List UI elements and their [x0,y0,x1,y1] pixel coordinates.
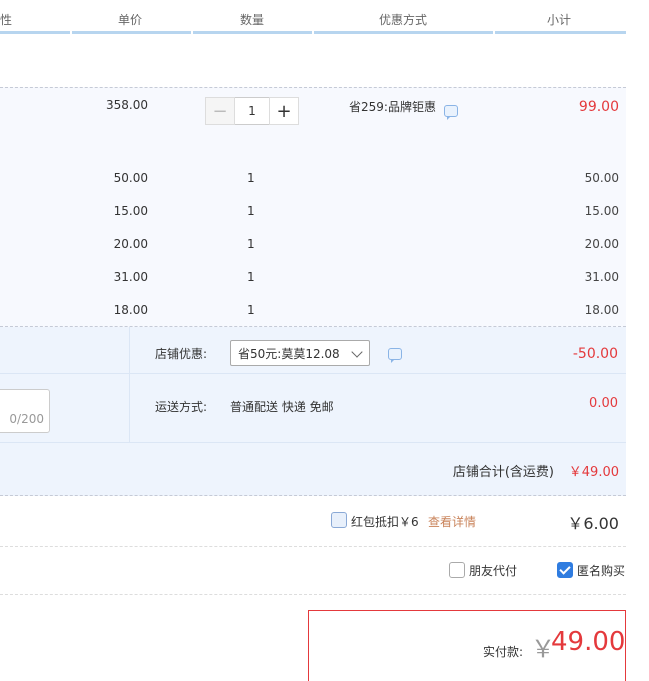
memo-counter: 0/200 [9,412,44,426]
chat-icon[interactable] [388,348,402,363]
header-subtotal: 小计 [547,13,572,27]
promo-text: 省259:品牌钜惠 [349,100,436,114]
chat-icon[interactable] [444,105,458,120]
hongbao-amount: ￥6.00 [567,514,619,533]
shop-discount-value: 省50元:莫莫12.08 [238,347,340,361]
increase-button[interactable]: + [269,97,299,125]
memo-area: 0/200 [0,327,130,442]
header-bar [314,31,493,34]
payment-summary: 实付款: ￥ 49.00 [308,610,626,681]
item-price: 50.00 [113,171,148,185]
pay-amount: 49.00 [551,627,626,657]
shop-total-label: 店铺合计(含运费) [452,465,554,480]
anonymous-label: 匿名购买 [577,564,626,578]
item-price: 18.00 [113,303,148,317]
memo-textarea[interactable]: 0/200 [0,389,50,433]
header-unit-price: 单价 [118,13,143,27]
item-qty: 1 [247,303,255,317]
item-subtotal: 18.00 [584,303,619,317]
item-price: 31.00 [113,270,148,284]
header-partial: 性 [0,13,13,27]
friend-pay-checkbox[interactable] [449,562,465,578]
shop-section: 0/200 店铺优惠: 省50元:莫莫12.08 -50.00 运送方式: 普通… [0,327,626,496]
item-subtotal: 99.00 [578,99,619,115]
friend-pay-label: 朋友代付 [469,564,518,578]
decrease-button[interactable]: − [205,97,235,125]
hongbao-label: 红包抵扣￥6 [351,515,419,529]
item-subtotal: 20.00 [584,237,619,251]
hongbao-checkbox[interactable] [331,512,347,528]
quantity-stepper[interactable]: − 1 + [205,97,299,125]
hongbao-row: 红包抵扣￥6 查看详情 ￥6.00 [0,496,626,547]
header-bar [0,31,70,34]
item-subtotal: 50.00 [584,171,619,185]
shipping-method: 普通配送 快递 免邮 [230,400,334,414]
options-row: 朋友代付 匿名购买 [0,546,626,595]
header-bar [495,31,626,34]
shop-total-amount: ￥49.00 [568,465,619,480]
shop-discount-label: 店铺优惠: [155,347,208,361]
item-qty: 1 [247,237,255,251]
item-subtotal: 31.00 [584,270,619,284]
item-price: 358.00 [106,98,148,112]
shipping-amount: 0.00 [589,396,618,411]
item-qty: 1 [247,204,255,218]
header-discount-method: 优惠方式 [379,13,428,27]
chevron-down-icon [351,346,363,358]
anonymous-checkbox[interactable] [557,562,573,578]
pay-label: 实付款: [483,645,524,659]
shop-discount-select[interactable]: 省50元:莫莫12.08 [230,340,370,366]
hongbao-details-link[interactable]: 查看详情 [428,513,476,530]
item-price: 15.00 [113,204,148,218]
order-items: 358.00 − 1 + 省259:品牌钜惠 99.00 50.00 1 50.… [0,87,626,327]
item-price: 20.00 [113,237,148,251]
shop-discount-amount: -50.00 [572,346,618,362]
header-bar [193,31,312,34]
item-qty: 1 [247,171,255,185]
shipping-label: 运送方式: [155,400,208,414]
header-quantity: 数量 [240,13,265,27]
header-bar [72,31,191,34]
table-header: 性 单价 数量 优惠方式 小计 [0,0,626,34]
item-qty: 1 [247,270,255,284]
quantity-input[interactable]: 1 [235,97,269,125]
item-subtotal: 15.00 [584,204,619,218]
